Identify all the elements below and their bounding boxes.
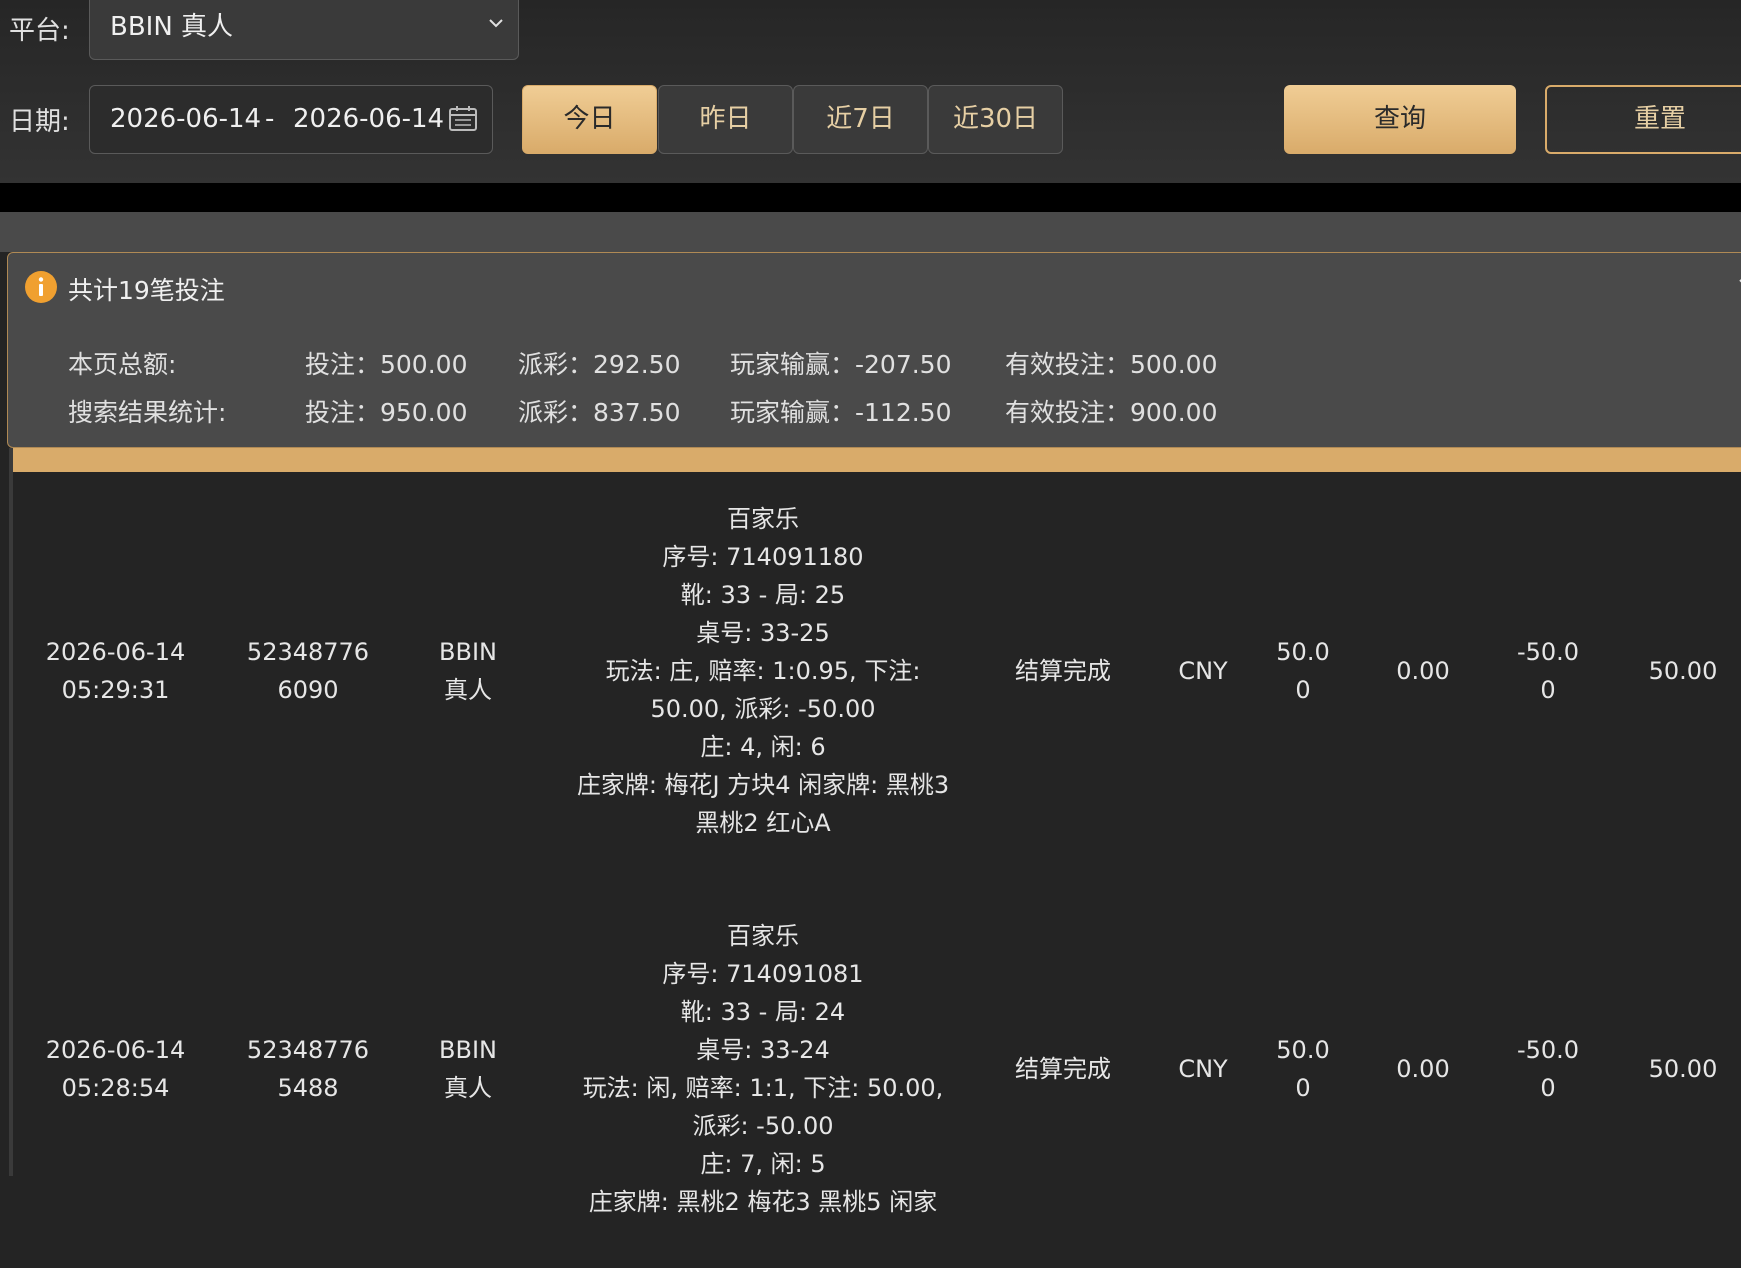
bet-amount-part2: 0 [1295, 1074, 1311, 1102]
platform-label: 平台: [9, 16, 70, 46]
cards-dealt: 庄家牌: 黑桃2 梅花3 黑桃5 闲家 [588, 1188, 938, 1216]
bet-status: 结算完成 [1015, 657, 1111, 685]
payout-amount: 0.00 [1396, 657, 1450, 685]
range-30days-button[interactable]: 近30日 [928, 85, 1063, 154]
page-total-valid-bet: 有效投注：500.00 [1005, 350, 1218, 379]
cards-dealt: 庄家牌: 梅花J 方块4 闲家牌: 黑桃3 黑桃2 红心A [576, 771, 950, 837]
currency: CNY [1178, 1055, 1228, 1083]
bet-amount-cell: 50.0 0 [1263, 870, 1343, 1268]
order-number-cell: 52348776 5488 [233, 870, 383, 1268]
bet-play-info: 玩法: 庄, 赔率: 1:0.95, 下注: 50.00, 派彩: -50.00 [605, 657, 921, 723]
page-total-win-loss: 玩家输赢：-207.50 [730, 350, 952, 379]
bet-detail-cell: 百家乐 序号: 714091081 靴: 33 - 局: 24 桌号: 33-2… [563, 870, 963, 1268]
section-gap [0, 212, 1741, 252]
platform-select[interactable]: BBIN 真人 [89, 0, 519, 60]
bet-time: 05:29:31 [61, 676, 170, 704]
bet-amount-part2: 0 [1295, 676, 1311, 704]
bet-summary-panel: 共计19笔投注 本页总额: 投注：500.00 派彩：292.50 玩家输赢：-… [7, 252, 1741, 448]
bet-amount-part1: 50.0 [1276, 1036, 1330, 1064]
divider-bar [0, 183, 1741, 212]
platform-name: BBIN [439, 1036, 497, 1064]
date-label: 日期: [9, 107, 70, 137]
win-loss-cell: -50.0 0 [1493, 472, 1603, 870]
shoe-round: 靴: 33 - 局: 24 [680, 998, 846, 1026]
order-number-part1: 52348776 [246, 1036, 370, 1064]
serial-number: 序号: 714091081 [662, 960, 864, 988]
platform-cell: BBIN 真人 [413, 870, 523, 1268]
win-loss-part2: 0 [1540, 676, 1556, 704]
shoe-round: 靴: 33 - 局: 25 [680, 581, 846, 609]
bet-time-cell: 2026-06-14 05:29:31 [28, 472, 203, 870]
table-number: 桌号: 33-24 [696, 1036, 830, 1064]
page-total-payout: 派彩：292.50 [518, 350, 681, 379]
date-range-input[interactable]: 2026-06-14 - 2026-06-14 [89, 85, 493, 154]
status-cell: 结算完成 [988, 472, 1138, 870]
platform-type: 真人 [444, 676, 492, 704]
page-total-label: 本页总额: [68, 350, 177, 379]
bet-date: 2026-06-14 [45, 638, 186, 666]
filter-panel: 平台: BBIN 真人 日期: 2026-06-14 - 2026-06-14 … [0, 0, 1741, 183]
points-result: 庄: 7, 闲: 5 [700, 1150, 826, 1178]
chevron-down-icon [489, 19, 503, 28]
payout-cell: 0.00 [1373, 870, 1473, 1268]
order-number-part1: 52348776 [246, 638, 370, 666]
bet-date: 2026-06-14 [45, 1036, 186, 1064]
game-name: 百家乐 [727, 505, 799, 533]
status-cell: 结算完成 [988, 870, 1138, 1268]
platform-value: BBIN 真人 [110, 12, 234, 42]
bet-status: 结算完成 [1015, 1055, 1111, 1083]
range-today-button[interactable]: 今日 [522, 85, 657, 154]
payout-amount: 0.00 [1396, 1055, 1450, 1083]
query-button[interactable]: 查询 [1284, 85, 1516, 154]
payout-cell: 0.00 [1373, 472, 1473, 870]
table-row[interactable]: 2026-06-14 05:29:31 52348776 6090 BBIN 真人 百… [13, 472, 1741, 870]
serial-number: 序号: 714091180 [662, 543, 864, 571]
valid-bet-amount: 50.00 [1648, 657, 1718, 685]
game-name: 百家乐 [727, 922, 799, 950]
range-7days-button[interactable]: 近7日 [793, 85, 928, 154]
info-icon [25, 271, 57, 303]
win-loss-part1: -50.0 [1516, 1036, 1580, 1064]
order-number-part2: 5488 [277, 1074, 339, 1102]
table-header-strip [13, 448, 1741, 472]
table-number: 桌号: 33-25 [696, 619, 830, 647]
date-start: 2026-06-14 [110, 104, 262, 134]
page-total-bet: 投注：500.00 [305, 350, 468, 379]
valid-bet-amount: 50.00 [1648, 1055, 1718, 1083]
platform-cell: BBIN 真人 [413, 472, 523, 870]
currency-cell: CNY [1153, 472, 1253, 870]
range-yesterday-button[interactable]: 昨日 [658, 85, 793, 154]
bet-time-cell: 2026-06-14 05:28:54 [28, 870, 203, 1268]
bet-records-table: 2026-06-14 05:29:31 52348776 6090 BBIN 真人 百… [13, 472, 1741, 1268]
order-number-part2: 6090 [277, 676, 339, 704]
points-result: 庄: 4, 闲: 6 [700, 733, 826, 761]
search-total-label: 搜索结果统计: [68, 398, 227, 427]
bet-play-info: 玩法: 闲, 赔率: 1:1, 下注: 50.00, 派彩: -50.00 [582, 1074, 944, 1140]
reset-button[interactable]: 重置 [1545, 85, 1741, 154]
win-loss-cell: -50.0 0 [1493, 870, 1603, 1268]
valid-bet-cell: 50.00 [1628, 472, 1738, 870]
bet-amount-cell: 50.0 0 [1263, 472, 1343, 870]
valid-bet-cell: 50.00 [1628, 870, 1738, 1268]
search-total-bet: 投注：950.00 [305, 398, 468, 427]
bet-time: 05:28:54 [61, 1074, 170, 1102]
currency-cell: CNY [1153, 870, 1253, 1268]
order-number-cell: 52348776 6090 [233, 472, 383, 870]
win-loss-part2: 0 [1540, 1074, 1556, 1102]
table-row[interactable]: 2026-06-14 05:28:54 52348776 5488 BBIN 真人 百… [13, 870, 1741, 1268]
currency: CNY [1178, 657, 1228, 685]
search-total-payout: 派彩：837.50 [518, 398, 681, 427]
search-total-valid-bet: 有效投注：900.00 [1005, 398, 1218, 427]
platform-name: BBIN [439, 638, 497, 666]
bet-detail-cell: 百家乐 序号: 714091180 靴: 33 - 局: 25 桌号: 33-2… [563, 472, 963, 870]
search-total-win-loss: 玩家输赢：-112.50 [730, 398, 952, 427]
win-loss-part1: -50.0 [1516, 638, 1580, 666]
date-end: 2026-06-14 [293, 104, 445, 134]
bet-amount-part1: 50.0 [1276, 638, 1330, 666]
platform-type: 真人 [444, 1074, 492, 1102]
date-separator: - [265, 104, 275, 134]
summary-title: 共计19笔投注 [68, 276, 225, 305]
calendar-icon[interactable] [449, 106, 477, 132]
